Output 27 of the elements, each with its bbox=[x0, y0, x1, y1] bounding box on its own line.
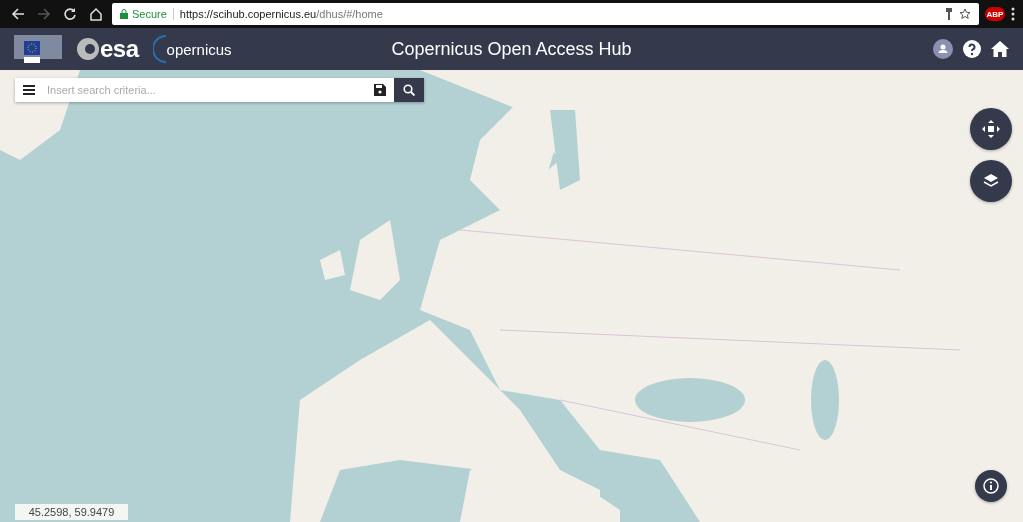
eu-flag-logo-icon bbox=[14, 33, 62, 65]
esa-logo: esa bbox=[100, 35, 139, 63]
four-arrows-icon bbox=[982, 120, 1000, 138]
copernicus-logo: opernicus bbox=[166, 40, 232, 58]
star-icon[interactable] bbox=[959, 8, 971, 20]
extension-badge[interactable]: ABP bbox=[985, 7, 1005, 21]
url-text: https://scihub.copernicus.eu/dhus/#/home bbox=[179, 8, 383, 20]
help-icon[interactable] bbox=[963, 40, 981, 58]
search-field[interactable]: Insert search criteria... bbox=[43, 78, 366, 102]
info-icon bbox=[983, 478, 999, 494]
copernicus-arc-icon bbox=[152, 34, 167, 64]
menu-icon[interactable] bbox=[1011, 7, 1015, 21]
menu-button[interactable] bbox=[15, 78, 43, 102]
layers-icon bbox=[983, 173, 999, 189]
esa-logo-icon bbox=[76, 37, 100, 61]
address-bar[interactable]: Secure https://scihub.copernicus.eu/dhus/#/home bbox=[112, 3, 979, 25]
key-icon[interactable] bbox=[945, 8, 953, 20]
secure-label: Secure bbox=[120, 8, 174, 20]
save-button[interactable] bbox=[366, 78, 394, 102]
coordinates-label: 45.2598, 59.9479 bbox=[15, 504, 128, 520]
menu-icon bbox=[23, 85, 35, 95]
user-icon[interactable] bbox=[933, 39, 953, 59]
page-title: Copernicus Open Access Hub bbox=[391, 38, 632, 60]
search-button[interactable] bbox=[394, 78, 424, 102]
lock-icon bbox=[120, 9, 128, 19]
search-icon bbox=[403, 84, 415, 96]
home-icon[interactable] bbox=[991, 41, 1009, 57]
